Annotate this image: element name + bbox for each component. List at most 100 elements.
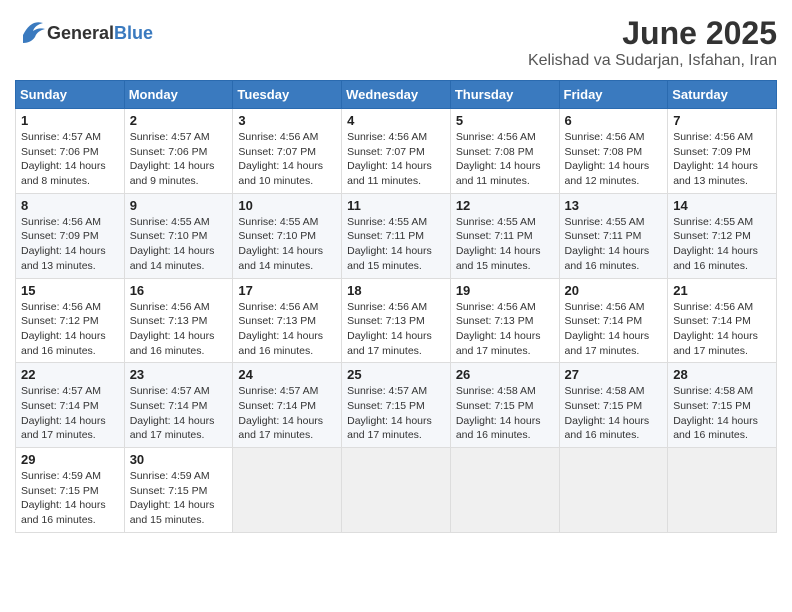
calendar-cell: 10 Sunrise: 4:55 AMSunset: 7:10 PMDayligh…	[233, 193, 342, 278]
day-info: Sunrise: 4:55 AMSunset: 7:10 PMDaylight:…	[238, 215, 336, 274]
calendar-cell: 12 Sunrise: 4:55 AMSunset: 7:11 PMDayligh…	[450, 193, 559, 278]
calendar-header-row: SundayMondayTuesdayWednesdayThursdayFrid…	[16, 81, 777, 109]
calendar-cell	[668, 448, 777, 533]
day-number: 11	[347, 198, 445, 213]
calendar-cell: 16Sunrise: 4:56 AMSunset: 7:13 PMDayligh…	[124, 278, 233, 363]
calendar-cell	[342, 448, 451, 533]
day-number: 9	[130, 198, 228, 213]
day-info: Sunrise: 4:56 AMSunset: 7:14 PMDaylight:…	[565, 300, 663, 359]
calendar-table: SundayMondayTuesdayWednesdayThursdayFrid…	[15, 80, 777, 533]
page-header: GeneralBlue June 2025 Kelishad va Sudarj…	[15, 15, 777, 70]
day-number: 24	[238, 367, 336, 382]
calendar-week-5: 29 Sunrise: 4:59 AMSunset: 7:15 PMDayligh…	[16, 448, 777, 533]
header-cell-monday: Monday	[124, 81, 233, 109]
calendar-cell: 13 Sunrise: 4:55 AMSunset: 7:11 PMDayligh…	[559, 193, 668, 278]
calendar-cell: 29 Sunrise: 4:59 AMSunset: 7:15 PMDayligh…	[16, 448, 125, 533]
day-info: Sunrise: 4:59 AMSunset: 7:15 PMDaylight:…	[130, 469, 228, 528]
day-info: Sunrise: 4:57 AMSunset: 7:14 PMDaylight:…	[238, 384, 336, 443]
day-info: Sunrise: 4:55 AMSunset: 7:11 PMDaylight:…	[347, 215, 445, 274]
calendar-cell: 15 Sunrise: 4:56 AMSunset: 7:12 PMDayligh…	[16, 278, 125, 363]
day-info: Sunrise: 4:57 AMSunset: 7:06 PMDaylight:…	[130, 130, 228, 189]
calendar-cell: 3 Sunrise: 4:56 AMSunset: 7:07 PMDaylight…	[233, 109, 342, 194]
day-number: 2	[130, 113, 228, 128]
calendar-cell: 22 Sunrise: 4:57 AMSunset: 7:14 PMDayligh…	[16, 363, 125, 448]
day-info: Sunrise: 4:57 AMSunset: 7:15 PMDaylight:…	[347, 384, 445, 443]
day-info: Sunrise: 4:56 AMSunset: 7:13 PMDaylight:…	[347, 300, 445, 359]
calendar-cell: 24 Sunrise: 4:57 AMSunset: 7:14 PMDayligh…	[233, 363, 342, 448]
header-cell-wednesday: Wednesday	[342, 81, 451, 109]
calendar-cell: 20 Sunrise: 4:56 AMSunset: 7:14 PMDayligh…	[559, 278, 668, 363]
day-info: Sunrise: 4:55 AMSunset: 7:11 PMDaylight:…	[456, 215, 554, 274]
day-info: Sunrise: 4:55 AMSunset: 7:11 PMDaylight:…	[565, 215, 663, 274]
month-title: June 2025	[528, 15, 777, 52]
day-number: 23	[130, 367, 228, 382]
day-info: Sunrise: 4:55 AMSunset: 7:12 PMDaylight:…	[673, 215, 771, 274]
day-info: Sunrise: 4:56 AMSunset: 7:09 PMDaylight:…	[21, 215, 119, 274]
calendar-cell: 9 Sunrise: 4:55 AMSunset: 7:10 PMDaylight…	[124, 193, 233, 278]
day-info: Sunrise: 4:59 AMSunset: 7:15 PMDaylight:…	[21, 469, 119, 528]
calendar-week-3: 15 Sunrise: 4:56 AMSunset: 7:12 PMDayligh…	[16, 278, 777, 363]
calendar-cell: 14 Sunrise: 4:55 AMSunset: 7:12 PMDayligh…	[668, 193, 777, 278]
day-info: Sunrise: 4:58 AMSunset: 7:15 PMDaylight:…	[456, 384, 554, 443]
day-number: 16	[130, 283, 228, 298]
header-cell-tuesday: Tuesday	[233, 81, 342, 109]
day-info: Sunrise: 4:58 AMSunset: 7:15 PMDaylight:…	[565, 384, 663, 443]
day-number: 21	[673, 283, 771, 298]
calendar-week-4: 22 Sunrise: 4:57 AMSunset: 7:14 PMDayligh…	[16, 363, 777, 448]
calendar-cell: 21 Sunrise: 4:56 AMSunset: 7:14 PMDayligh…	[668, 278, 777, 363]
calendar-cell	[233, 448, 342, 533]
day-info: Sunrise: 4:56 AMSunset: 7:08 PMDaylight:…	[565, 130, 663, 189]
day-number: 8	[21, 198, 119, 213]
day-number: 27	[565, 367, 663, 382]
header-cell-friday: Friday	[559, 81, 668, 109]
day-number: 4	[347, 113, 445, 128]
calendar-cell: 6 Sunrise: 4:56 AMSunset: 7:08 PMDaylight…	[559, 109, 668, 194]
day-number: 3	[238, 113, 336, 128]
calendar-cell: 17Sunrise: 4:56 AMSunset: 7:13 PMDayligh…	[233, 278, 342, 363]
calendar-cell: 1Sunrise: 4:57 AMSunset: 7:06 PMDaylight…	[16, 109, 125, 194]
calendar-cell: 18 Sunrise: 4:56 AMSunset: 7:13 PMDayligh…	[342, 278, 451, 363]
logo-icon	[15, 15, 47, 52]
header-cell-sunday: Sunday	[16, 81, 125, 109]
day-info: Sunrise: 4:56 AMSunset: 7:09 PMDaylight:…	[673, 130, 771, 189]
day-info: Sunrise: 4:58 AMSunset: 7:15 PMDaylight:…	[673, 384, 771, 443]
title-section: June 2025 Kelishad va Sudarjan, Isfahan,…	[528, 15, 777, 70]
day-info: Sunrise: 4:56 AMSunset: 7:14 PMDaylight:…	[673, 300, 771, 359]
calendar-cell: 26 Sunrise: 4:58 AMSunset: 7:15 PMDayligh…	[450, 363, 559, 448]
logo: GeneralBlue	[15, 15, 153, 52]
day-number: 20	[565, 283, 663, 298]
calendar-cell: 25 Sunrise: 4:57 AMSunset: 7:15 PMDayligh…	[342, 363, 451, 448]
calendar-cell: 7 Sunrise: 4:56 AMSunset: 7:09 PMDaylight…	[668, 109, 777, 194]
day-number: 13	[565, 198, 663, 213]
day-number: 22	[21, 367, 119, 382]
day-number: 19	[456, 283, 554, 298]
day-info: Sunrise: 4:56 AMSunset: 7:13 PMDaylight:…	[456, 300, 554, 359]
day-number: 17	[238, 283, 336, 298]
day-number: 28	[673, 367, 771, 382]
day-number: 14	[673, 198, 771, 213]
location-title: Kelishad va Sudarjan, Isfahan, Iran	[528, 52, 777, 70]
calendar-week-1: 1 Sunrise: 4:57 AMSunset: 7:06 PMDaylight…	[16, 109, 777, 194]
day-number: 29	[21, 452, 119, 467]
calendar-cell: 27 Sunrise: 4:58 AMSunset: 7:15 PMDayligh…	[559, 363, 668, 448]
day-info: Sunrise: 4:56 AMSunset: 7:08 PMDaylight:…	[456, 130, 554, 189]
day-number: 26	[456, 367, 554, 382]
day-number: 10	[238, 198, 336, 213]
day-number: 5	[456, 113, 554, 128]
header-cell-saturday: Saturday	[668, 81, 777, 109]
calendar-week-2: 8 Sunrise: 4:56 AMSunset: 7:09 PMDaylight…	[16, 193, 777, 278]
day-number: 6	[565, 113, 663, 128]
day-number: 1	[21, 113, 119, 128]
day-number: 7	[673, 113, 771, 128]
day-info: Sunrise: 4:56 AMSunset: 7:12 PMDaylight:…	[21, 300, 119, 359]
day-number: 25	[347, 367, 445, 382]
day-info: Sunrise: 4:57 AMSunset: 7:14 PMDaylight:…	[21, 384, 119, 443]
calendar-cell: 23Sunrise: 4:57 AMSunset: 7:14 PMDayligh…	[124, 363, 233, 448]
day-number: 18	[347, 283, 445, 298]
day-number: 15	[21, 283, 119, 298]
day-number: 12	[456, 198, 554, 213]
day-info: Sunrise: 4:55 AMSunset: 7:10 PMDaylight:…	[130, 215, 228, 274]
calendar-cell: 8 Sunrise: 4:56 AMSunset: 7:09 PMDaylight…	[16, 193, 125, 278]
calendar-cell: 4Sunrise: 4:56 AMSunset: 7:07 PMDaylight…	[342, 109, 451, 194]
day-info: Sunrise: 4:56 AMSunset: 7:07 PMDaylight:…	[238, 130, 336, 189]
